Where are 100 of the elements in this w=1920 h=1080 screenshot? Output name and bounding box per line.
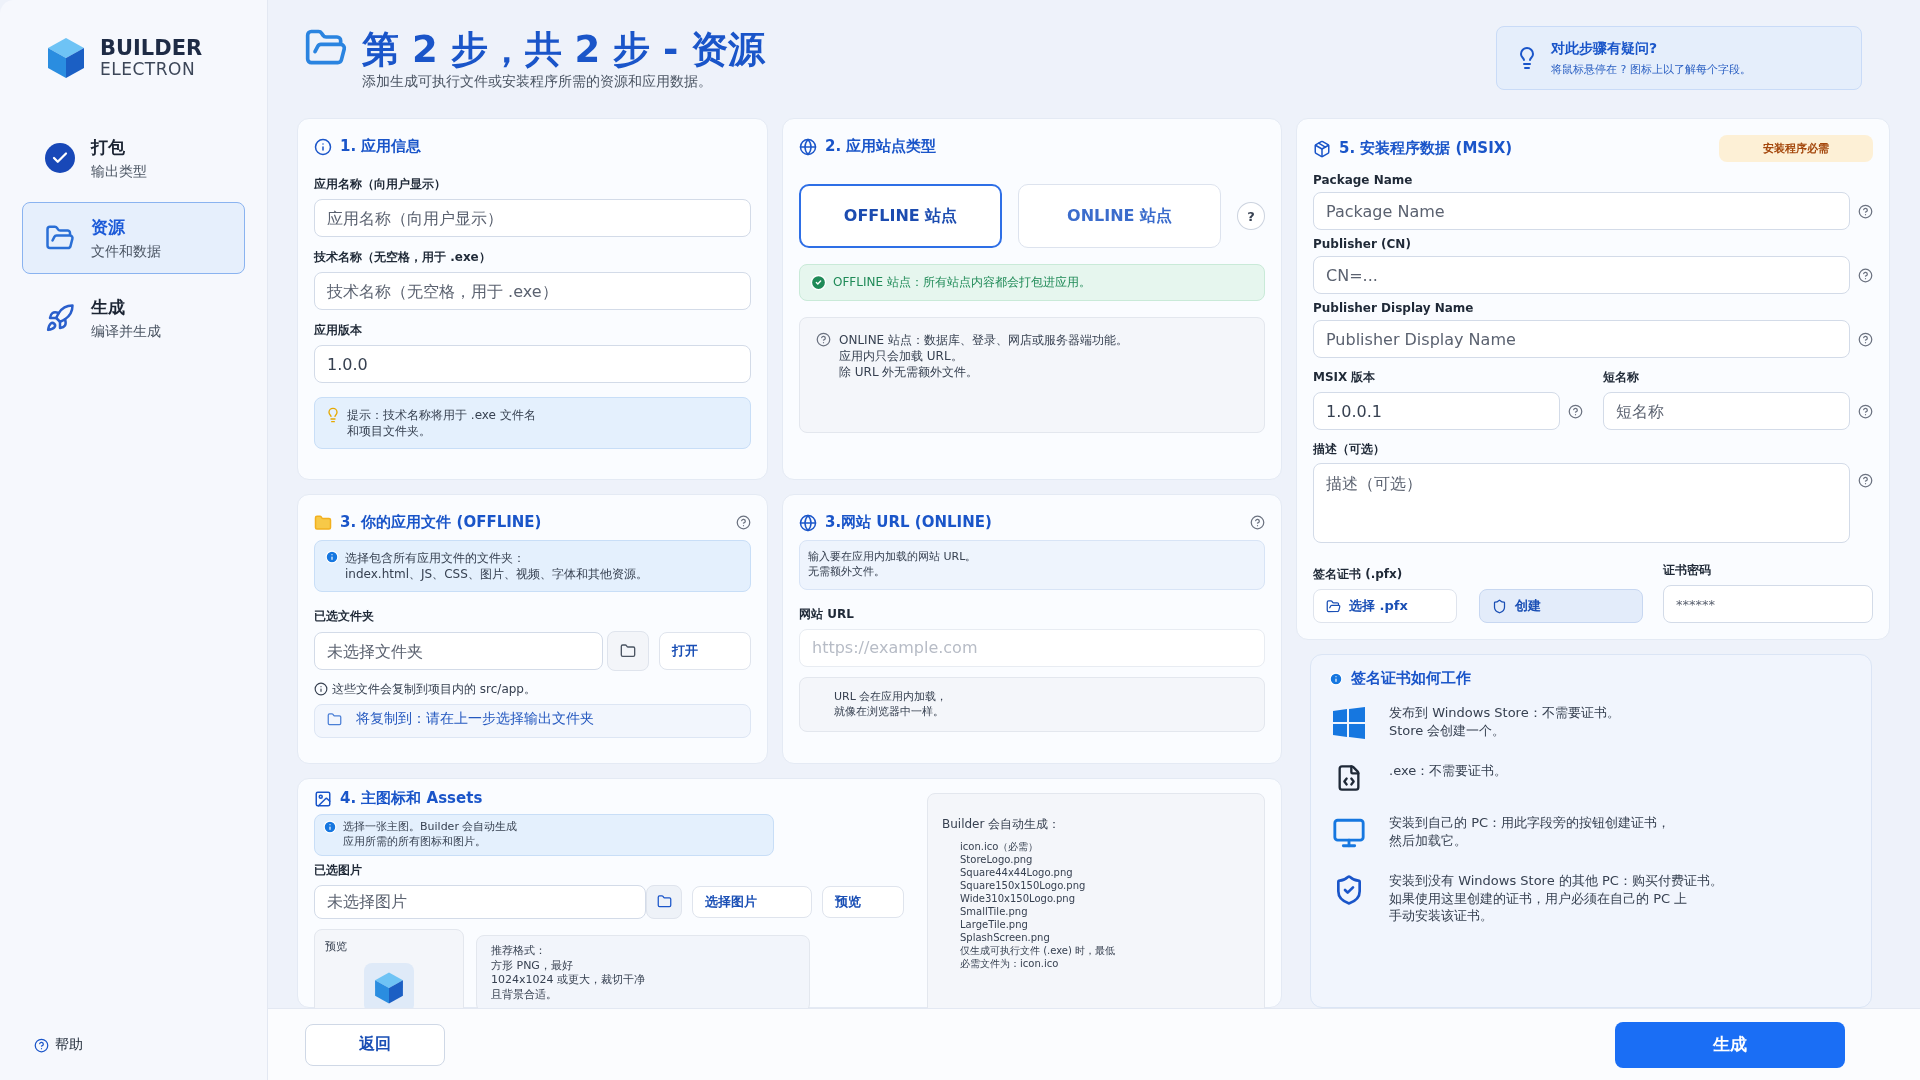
step-title: 生成 — [91, 295, 126, 319]
image-icon — [314, 789, 332, 808]
field-label: 证书密码 — [1663, 562, 1712, 579]
help-icon — [816, 332, 831, 347]
step-title: 资源 — [91, 215, 126, 239]
section-title: 3.网站 URL (ONLINE) — [825, 513, 993, 532]
help-title: 对此步骤有疑问? — [1551, 39, 1659, 58]
help-icon — [34, 1037, 49, 1053]
shield-icon — [1492, 598, 1507, 614]
text-field[interactable]: 应用名称（向用户显示） — [314, 199, 751, 237]
auto-note: 必需文件为：icon.ico — [959, 957, 1060, 971]
folder-field[interactable]: 未选择文件夹 — [314, 632, 603, 671]
globe-icon — [799, 137, 817, 156]
info-text: 无需额外文件。 — [808, 564, 885, 580]
field-label: Package Name — [1313, 173, 1414, 187]
help-icon[interactable] — [1858, 473, 1873, 488]
back-button[interactable]: 返回 — [305, 1023, 445, 1066]
copy-note: 这些文件会复制到项目内的 src/app。 — [332, 681, 536, 698]
file-name: Square44x44Logo.png — [959, 866, 1074, 880]
description-field[interactable]: 描述（可选） — [1313, 463, 1850, 543]
folder-icon — [314, 513, 332, 532]
cert-info-text: 发布到 Windows Store：不需要证书。 — [1389, 704, 1620, 722]
info-icon — [314, 682, 328, 697]
sidebar-step[interactable]: 生成 编译并生成 — [22, 282, 245, 354]
field-label: Publisher (CN) — [1313, 237, 1412, 251]
folder-icon — [327, 712, 342, 728]
cube-icon — [372, 970, 406, 1005]
cert-info-text: Store 会创建一个。 — [1389, 721, 1506, 740]
generate-button[interactable]: 生成 — [1615, 1021, 1845, 1068]
help-icon[interactable] — [1858, 403, 1873, 419]
help-icon[interactable] — [1858, 331, 1873, 347]
help-link[interactable]: 帮助 — [22, 1036, 245, 1054]
section-title: 签名证书如何工作 — [1351, 669, 1472, 688]
check-circle-icon — [810, 274, 827, 291]
file-name: SplashScreen.png — [959, 931, 1051, 945]
info-text: 输入要在应用内加载的网站 URL。 — [808, 550, 977, 565]
text-field[interactable]: Publisher Display Name — [1313, 320, 1850, 358]
info-text: 选择包含所有应用文件的文件夹： index.html、JS、CSS、图片、视频、字体和其他资源。 — [345, 550, 648, 583]
text-field[interactable]: 1.0.0.1 — [1313, 392, 1560, 430]
browse-folder-button[interactable] — [607, 631, 649, 672]
tip-text: 和项目文件夹。 — [347, 423, 431, 440]
sidebar-step[interactable]: 打包 输出类型 — [22, 122, 245, 194]
field-label: 短名称 — [1603, 369, 1640, 386]
url-note-text: URL 会在应用内加载， — [834, 689, 948, 705]
recommend-text: 且背景合适。 — [491, 988, 557, 1004]
success-text: OFFLINE 站点：所有站点内容都会打包进应用。 — [833, 274, 1091, 291]
help-button[interactable]: ? — [1237, 202, 1265, 230]
check-icon — [45, 143, 75, 173]
file-name: SmallTile.png — [959, 905, 1029, 919]
help-icon[interactable] — [736, 515, 751, 530]
online-note-text: ONLINE 站点：数据库、登录、网店或服务器端功能。 — [839, 332, 1129, 349]
text-field[interactable]: 短名称 — [1603, 392, 1850, 430]
password-field[interactable]: ****** — [1663, 585, 1873, 623]
site-type-option[interactable]: OFFLINE 站点 — [799, 184, 1003, 248]
step-subtitle: 编译并生成 — [91, 322, 161, 341]
choose-pfx-button[interactable]: 选择 .pfx — [1313, 589, 1457, 623]
text-field[interactable]: 技术名称（无空格，用于 .exe） — [314, 272, 751, 310]
brand-subtitle: ELECTRON — [100, 60, 197, 79]
page-subtitle: 添加生成可执行文件或安装程序所需的资源和应用数据。 — [362, 72, 713, 91]
auto-note: 仅生成可执行文件 (.exe) 时，最低 — [959, 944, 1117, 958]
help-text: 将鼠标悬停在 ? 图标上以了解每个字段。 — [1551, 61, 1751, 77]
file-name: StoreLogo.png — [959, 853, 1034, 867]
folder-icon — [1326, 598, 1341, 614]
file-name: LargeTile.png — [959, 918, 1029, 932]
help-icon[interactable] — [1858, 267, 1873, 283]
browse-image-button[interactable] — [646, 884, 682, 919]
text-field[interactable]: Package Name — [1313, 192, 1850, 230]
url-field[interactable]: https://example.com — [799, 628, 1265, 667]
field-label: 描述（可选） — [1313, 441, 1386, 458]
preview-button[interactable]: 预览 — [822, 885, 904, 918]
url-note-text: 就像在浏览器中一样。 — [834, 704, 944, 720]
lightbulb-icon — [325, 407, 341, 423]
info-icon — [1329, 671, 1343, 686]
step-subtitle: 输出类型 — [91, 162, 147, 181]
text-field[interactable]: CN=... — [1313, 256, 1850, 294]
section-title: 4. 主图标和 Assets — [340, 789, 484, 808]
text-field[interactable]: 1.0.0 — [314, 345, 751, 383]
site-type-option[interactable]: ONLINE 站点 — [1018, 184, 1222, 248]
help-icon[interactable] — [1250, 515, 1265, 530]
file-name: Wide310x150Logo.png — [959, 892, 1077, 906]
field-label: Publisher Display Name — [1313, 301, 1475, 315]
section-title: 1. 应用信息 — [340, 137, 423, 156]
section-title: 2. 应用站点类型 — [825, 137, 938, 156]
cert-info-text: 手动安装该证书。 — [1389, 907, 1493, 925]
page-title: 第 2 步，共 2 步 - 资源 — [362, 30, 766, 71]
rocket-icon — [45, 303, 75, 333]
help-icon[interactable] — [1858, 203, 1873, 219]
section-title: 5. 安装程序数据 (MSIX) — [1339, 139, 1514, 158]
cert-info-text: .exe：不需要证书。 — [1389, 762, 1508, 780]
open-button[interactable]: 打开 — [659, 632, 751, 671]
create-button[interactable]: 创建 — [1479, 589, 1643, 623]
choose-image-button[interactable]: 选择图片 — [692, 885, 812, 918]
preview-label: 预览 — [325, 939, 348, 955]
sidebar-step[interactable]: 资源 文件和数据 — [22, 202, 245, 274]
help-icon[interactable] — [1568, 403, 1583, 419]
recommend-text: 方形 PNG，最好 — [491, 958, 573, 974]
recommend-text: 1024x1024 或更大，裁切干净 — [491, 973, 645, 988]
field-label: 应用名称（向用户显示） — [314, 176, 447, 193]
auto-title: Builder 会自动生成： — [942, 816, 1062, 833]
image-field[interactable]: 未选择图片 — [314, 884, 646, 919]
